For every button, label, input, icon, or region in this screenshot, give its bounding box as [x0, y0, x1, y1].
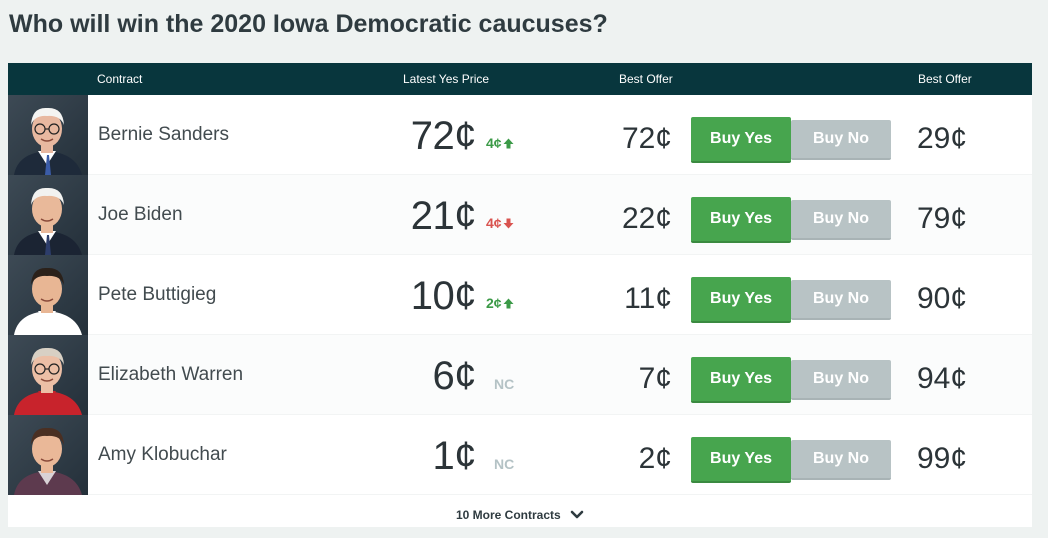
candidate-name[interactable]: Pete Buttigieg [98, 284, 216, 306]
candidate-photo [8, 95, 88, 175]
table-row: Amy Klobuchar 1¢ NC 2¢ Buy Yes Buy No 99¢ [8, 415, 1032, 495]
latest-yes-price: 1¢ [432, 434, 477, 478]
candidate-name[interactable]: Elizabeth Warren [98, 364, 243, 386]
best-offer-yes: 22¢ [621, 202, 672, 235]
table-row: Bernie Sanders 72¢ 4¢ 72¢ Buy Yes Buy No 29¢ [8, 95, 1032, 175]
arrow-down-icon [502, 215, 514, 231]
candidate-name[interactable]: Bernie Sanders [98, 124, 229, 146]
table-row: Elizabeth Warren 6¢ NC 7¢ Buy Yes Buy No 94¢ [8, 335, 1032, 415]
latest-yes-price: 21¢ [410, 194, 477, 238]
arrow-up-icon [502, 295, 514, 311]
row-divider [88, 494, 1032, 495]
latest-yes-price: 6¢ [432, 354, 477, 398]
table-header: Contract Latest Yes Price Best Offer Bes… [8, 63, 1032, 95]
price-change: NC [494, 456, 515, 472]
buy-no-button[interactable]: Buy No [791, 360, 891, 400]
candidate-photo [8, 255, 88, 335]
buy-no-button[interactable]: Buy No [791, 440, 891, 480]
best-offer-yes: 72¢ [621, 122, 672, 155]
buy-no-button[interactable]: Buy No [791, 200, 891, 240]
buy-yes-button[interactable]: Buy Yes [691, 277, 791, 323]
buy-yes-button[interactable]: Buy Yes [691, 117, 791, 163]
table-row: Joe Biden 21¢ 4¢ 22¢ Buy Yes Buy No 79¢ [8, 175, 1032, 255]
best-offer-no: 29¢ [917, 122, 968, 155]
header-latest-yes-price: Latest Yes Price [403, 72, 490, 86]
table-row: Pete Buttigieg 10¢ 2¢ 11¢ Buy Yes Buy No 90¢ [8, 255, 1032, 335]
buy-no-button[interactable]: Buy No [791, 120, 891, 160]
candidate-photo [8, 335, 88, 415]
latest-yes-price: 10¢ [410, 274, 477, 318]
more-contracts-link[interactable]: 10 More Contracts [8, 508, 1032, 523]
candidate-photo [8, 415, 88, 495]
best-offer-no: 99¢ [917, 442, 968, 475]
best-offer-no: 79¢ [917, 202, 968, 235]
price-change: 4¢ [486, 215, 514, 231]
best-offer-yes: 7¢ [638, 362, 672, 395]
buy-yes-button[interactable]: Buy Yes [691, 197, 791, 243]
more-contracts-label: 10 More Contracts [455, 508, 561, 522]
page-title: Who will win the 2020 Iowa Democratic ca… [9, 10, 608, 38]
best-offer-no: 90¢ [917, 282, 968, 315]
chevron-down-icon [570, 509, 584, 523]
price-change: NC [494, 376, 515, 392]
buy-yes-button[interactable]: Buy Yes [691, 357, 791, 403]
header-best-offer-no: Best Offer [918, 72, 972, 86]
best-offer-yes: 11¢ [624, 282, 672, 315]
buy-no-button[interactable]: Buy No [791, 280, 891, 320]
price-change: 4¢ [486, 135, 514, 151]
candidate-photo [8, 175, 88, 255]
candidate-name[interactable]: Amy Klobuchar [98, 444, 227, 466]
header-best-offer-yes: Best Offer [619, 72, 673, 86]
candidate-name[interactable]: Joe Biden [98, 204, 183, 226]
contracts-table: Contract Latest Yes Price Best Offer Bes… [8, 63, 1032, 527]
arrow-up-icon [502, 135, 514, 151]
buy-yes-button[interactable]: Buy Yes [691, 437, 791, 483]
header-contract: Contract [97, 72, 143, 86]
latest-yes-price: 72¢ [410, 114, 477, 158]
price-change: 2¢ [486, 295, 514, 311]
best-offer-yes: 2¢ [638, 442, 672, 475]
best-offer-no: 94¢ [917, 362, 968, 395]
